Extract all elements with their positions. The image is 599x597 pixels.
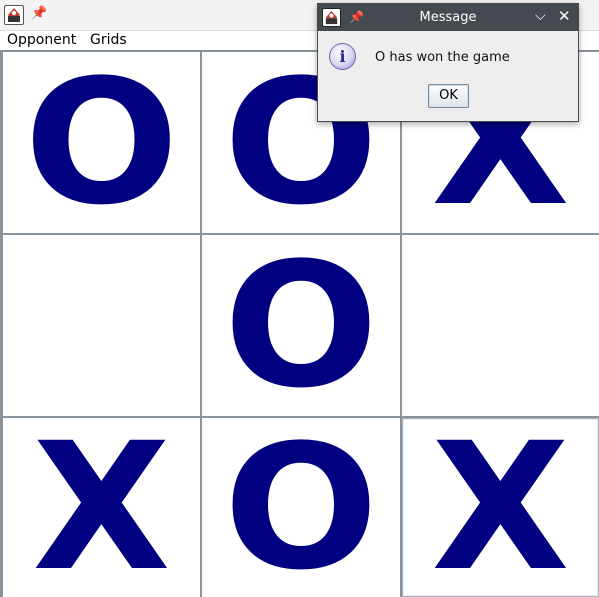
dialog-title: Message <box>419 10 477 25</box>
close-icon[interactable]: ✕ <box>558 7 571 25</box>
pin-icon[interactable]: 📌 <box>31 7 47 21</box>
board-cell-9[interactable]: X <box>402 418 599 597</box>
cell-mark: X <box>431 404 570 597</box>
board-cell-6[interactable] <box>402 235 599 416</box>
dialog-titlebar[interactable]: 📌 Message ⌵ ✕ <box>318 4 578 31</box>
board-cell-1[interactable]: O <box>3 52 200 233</box>
info-icon: i <box>329 43 356 70</box>
app-icon[interactable] <box>4 5 24 25</box>
message-dialog: 📌 Message ⌵ ✕ i O has won the game OK <box>317 3 579 122</box>
pin-icon[interactable]: 📌 <box>349 10 364 24</box>
board-cell-4[interactable] <box>3 235 200 416</box>
cell-mark: O <box>223 406 379 597</box>
app-icon[interactable] <box>322 8 341 27</box>
cell-mark: O <box>24 41 179 243</box>
minimize-icon[interactable]: ⌵ <box>535 8 546 24</box>
cell-mark: X <box>32 404 171 597</box>
cell-mark <box>4 236 199 415</box>
board-cell-7[interactable]: X <box>3 418 200 597</box>
cell-mark <box>403 236 598 415</box>
cell-mark: O <box>223 224 379 426</box>
board-cell-8[interactable]: O <box>202 418 400 597</box>
dialog-message: O has won the game <box>375 50 510 65</box>
ok-button[interactable]: OK <box>428 84 469 108</box>
game-board: O O X O X O X <box>0 50 599 597</box>
board-cell-5[interactable]: O <box>202 235 400 416</box>
